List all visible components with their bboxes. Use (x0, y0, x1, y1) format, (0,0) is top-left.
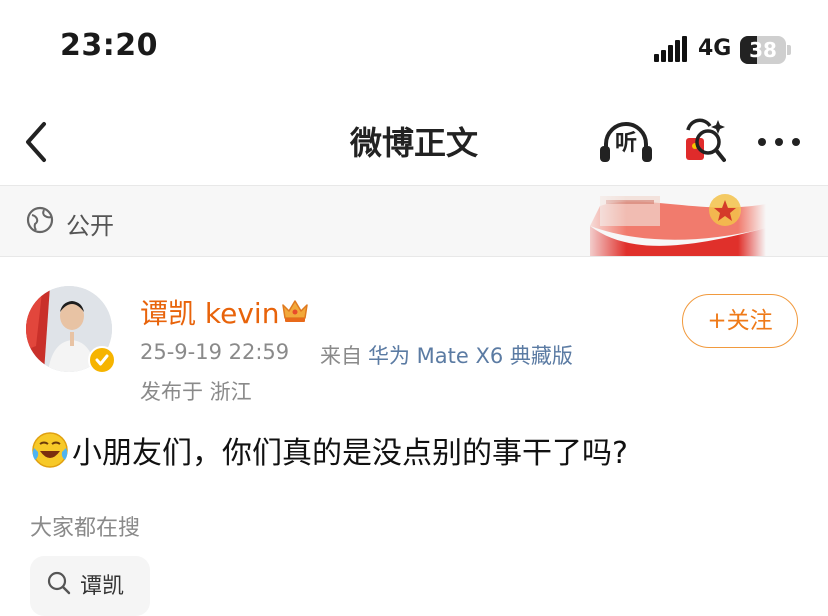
red-packet-search-icon[interactable] (682, 116, 726, 168)
battery-percent: 38 (749, 38, 777, 62)
more-icon[interactable] (756, 124, 802, 160)
source-device-link[interactable]: 华为 Mate X6 典藏版 (368, 340, 573, 370)
visibility-divider (0, 256, 828, 257)
globe-icon (26, 206, 54, 234)
signal-icon (654, 36, 687, 62)
battery-icon: 38 (740, 36, 792, 64)
status-time: 23:20 (60, 28, 158, 63)
avatar[interactable] (26, 286, 116, 374)
listen-label: 听 (614, 131, 637, 156)
visibility-label: 公开 (66, 212, 114, 240)
crown-badge-icon[interactable] (280, 296, 310, 324)
post-location: 发布于 浙江 (140, 380, 252, 404)
search-icon (47, 571, 71, 595)
network-label: 4G (698, 36, 732, 61)
national-flag-banner (580, 186, 766, 256)
source-prefix: 来自 (320, 344, 362, 368)
trending-label: 大家都在搜 (30, 516, 141, 541)
verified-badge-icon (88, 346, 116, 374)
author-name[interactable]: 谭凯 kevin (140, 292, 279, 332)
trending-chip[interactable]: 谭凯 (30, 556, 150, 616)
listen-button[interactable]: 听 (598, 118, 654, 166)
follow-button[interactable]: +关注 (682, 294, 798, 348)
laugh-cry-emoji-icon (32, 432, 68, 468)
status-bar: 23:20 4G 38 (0, 0, 828, 100)
nav-bar: 微博正文 听 (0, 100, 828, 184)
visibility-bar: 公开 (0, 186, 828, 256)
post-text: 小朋友们，你们真的是没点别的事干了吗? (72, 436, 628, 471)
post-content: 小朋友们，你们真的是没点别的事干了吗? (30, 428, 810, 472)
post-time: 25-9-19 22:59 (140, 340, 290, 364)
trending-chip-label: 谭凯 (80, 574, 125, 599)
